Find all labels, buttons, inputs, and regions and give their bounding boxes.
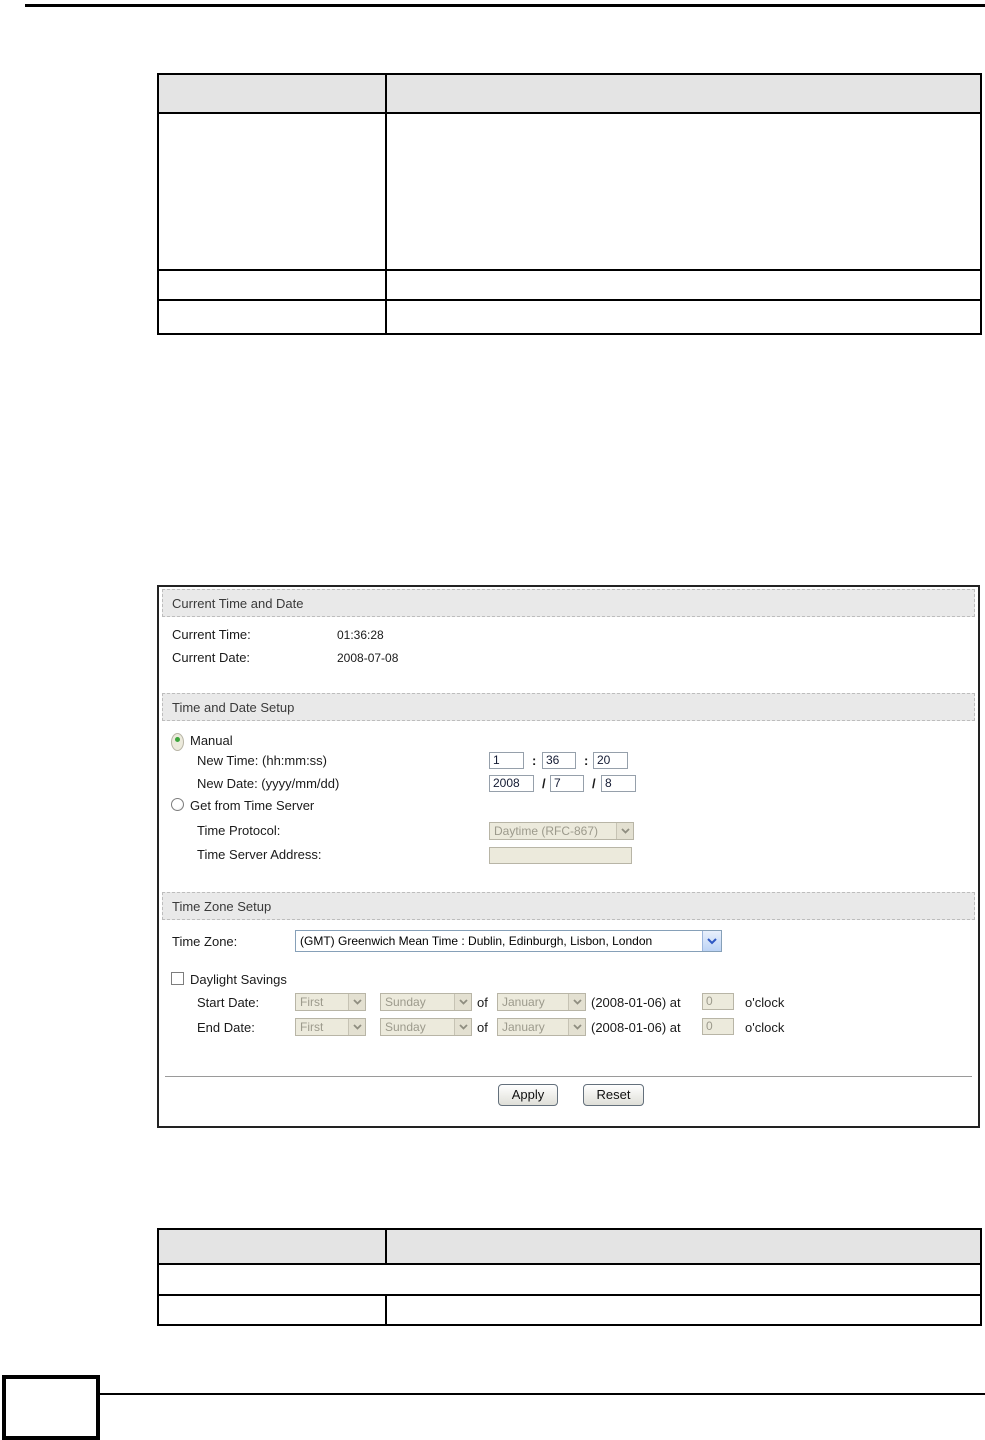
- table-cell: [385, 299, 982, 335]
- daylight-savings-checkbox[interactable]: [171, 972, 184, 985]
- new-time-second-input[interactable]: 20: [593, 752, 628, 769]
- table-row: [157, 299, 982, 335]
- time-zone-value: (GMT) Greenwich Mean Time : Dublin, Edin…: [300, 934, 653, 948]
- table-row: [157, 1263, 982, 1296]
- table-header-cell: [157, 1228, 387, 1265]
- new-date-day-input[interactable]: 8: [601, 775, 636, 792]
- table-cell: [157, 299, 387, 335]
- end-month-select[interactable]: January: [497, 1018, 586, 1036]
- start-week-value: First: [300, 995, 324, 1009]
- section-header-current-time-and-date: Current Time and Date: [162, 589, 975, 617]
- button-separator-line: [165, 1076, 972, 1077]
- end-day-select[interactable]: Sunday: [380, 1018, 472, 1036]
- current-date-label: Current Date:: [172, 650, 251, 665]
- start-month-value: January: [502, 995, 545, 1009]
- start-week-select[interactable]: First: [295, 993, 366, 1011]
- time-separator: :: [532, 753, 537, 768]
- chevron-down-icon: [616, 823, 633, 839]
- time-server-address-label: Time Server Address:: [197, 847, 322, 862]
- time-server-address-input[interactable]: [489, 847, 632, 864]
- dst-oclock-text: o'clock: [745, 1020, 785, 1035]
- section-header-time-and-date-setup: Time and Date Setup: [162, 693, 975, 721]
- end-date-label: End Date:: [197, 1020, 255, 1035]
- section-title: Current Time and Date: [172, 596, 304, 611]
- chevron-down-icon: [348, 1019, 365, 1035]
- manual-radio-label: Manual: [190, 733, 233, 748]
- table-cell: [385, 112, 982, 271]
- time-protocol-select[interactable]: Daytime (RFC-867): [489, 822, 634, 840]
- end-week-value: First: [300, 1020, 324, 1034]
- spec-table-bottom: [157, 1228, 982, 1326]
- date-separator: /: [542, 776, 546, 791]
- chevron-down-icon: [454, 1019, 471, 1035]
- section-header-time-zone-setup: Time Zone Setup: [162, 892, 975, 920]
- get-from-time-server-radio[interactable]: [171, 798, 184, 811]
- new-date-label: New Date: (yyyy/mm/dd): [197, 776, 340, 791]
- new-date-year-input[interactable]: 2008: [489, 775, 534, 792]
- end-hour-input[interactable]: 0: [702, 1018, 734, 1035]
- chevron-down-icon: [348, 994, 365, 1010]
- reset-button[interactable]: Reset: [583, 1084, 644, 1106]
- current-time-label: Current Time:: [172, 627, 251, 642]
- end-month-value: January: [502, 1020, 545, 1034]
- table-row: [157, 269, 982, 301]
- time-protocol-label: Time Protocol:: [197, 823, 281, 838]
- table-cell: [157, 269, 387, 301]
- dst-of-text: of: [477, 1020, 488, 1035]
- table-cell-spanning: [157, 1263, 982, 1296]
- manual-radio[interactable]: [171, 733, 184, 751]
- new-date-month-input[interactable]: 7: [550, 775, 584, 792]
- table-row: [157, 1294, 982, 1326]
- time-separator: :: [584, 753, 589, 768]
- table-header-cell: [385, 1228, 982, 1265]
- table-header-row: [157, 73, 982, 114]
- table-cell: [385, 1294, 982, 1326]
- table-header-cell: [385, 73, 982, 114]
- time-zone-select[interactable]: (GMT) Greenwich Mean Time : Dublin, Edin…: [295, 930, 722, 952]
- new-time-minute-input[interactable]: 36: [542, 752, 576, 769]
- start-day-select[interactable]: Sunday: [380, 993, 472, 1011]
- current-time-value: 01:36:28: [337, 628, 384, 642]
- chevron-down-icon: [702, 931, 721, 951]
- chevron-down-icon: [454, 994, 471, 1010]
- section-title: Time and Date Setup: [172, 700, 295, 715]
- dst-oclock-text: o'clock: [745, 995, 785, 1010]
- daylight-savings-label: Daylight Savings: [190, 972, 287, 987]
- table-cell: [157, 1294, 387, 1326]
- table-header-cell: [157, 73, 387, 114]
- start-day-value: Sunday: [385, 995, 426, 1009]
- spec-table-top: [157, 73, 982, 335]
- current-date-value: 2008-07-08: [337, 651, 399, 665]
- start-date-label: Start Date:: [197, 995, 260, 1010]
- dst-at-text: (2008-01-06) at: [591, 995, 681, 1010]
- table-cell: [157, 112, 387, 271]
- page-top-rule: [25, 4, 985, 7]
- end-week-select[interactable]: First: [295, 1018, 366, 1036]
- chevron-down-icon: [568, 994, 585, 1010]
- dst-of-text: of: [477, 995, 488, 1010]
- table-row: [157, 112, 982, 271]
- start-hour-input[interactable]: 0: [702, 993, 734, 1010]
- time-settings-screenshot: Current Time and Date Current Time: 01:3…: [157, 585, 980, 1128]
- date-separator: /: [592, 776, 596, 791]
- dst-at-text: (2008-01-06) at: [591, 1020, 681, 1035]
- new-time-label: New Time: (hh:mm:ss): [197, 753, 328, 768]
- get-from-time-server-label: Get from Time Server: [190, 798, 315, 813]
- end-day-value: Sunday: [385, 1020, 426, 1034]
- footer-rule: [99, 1393, 985, 1395]
- table-cell: [385, 269, 982, 301]
- new-time-hour-input[interactable]: 1: [489, 752, 524, 769]
- table-header-row: [157, 1228, 982, 1265]
- apply-button[interactable]: Apply: [498, 1084, 558, 1106]
- section-title: Time Zone Setup: [172, 899, 272, 914]
- page-number-box: [2, 1375, 100, 1440]
- start-month-select[interactable]: January: [497, 993, 586, 1011]
- chevron-down-icon: [568, 1019, 585, 1035]
- time-zone-label: Time Zone:: [172, 934, 238, 949]
- time-protocol-value: Daytime (RFC-867): [494, 824, 599, 838]
